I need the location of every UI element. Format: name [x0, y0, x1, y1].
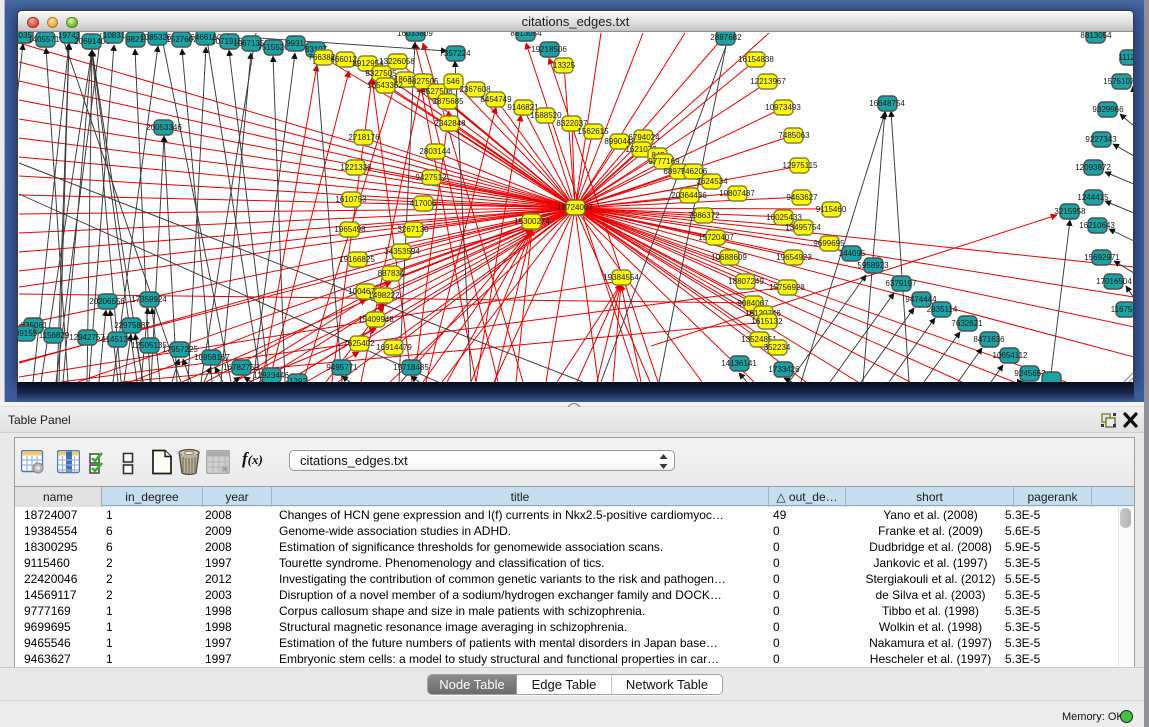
svg-text:15718485: 15718485	[393, 363, 429, 372]
svg-text:13226058: 13226058	[379, 57, 415, 66]
svg-text:1244415: 1244415	[1077, 193, 1109, 202]
svg-text:15756928: 15756928	[769, 283, 805, 292]
svg-text:1221336: 1221336	[340, 163, 372, 172]
svg-text:1292: 1292	[289, 377, 307, 382]
svg-text:3624534: 3624534	[696, 177, 728, 186]
svg-text:546: 546	[446, 77, 460, 86]
svg-text:2803144: 2803144	[419, 147, 451, 156]
svg-text:3215958: 3215958	[1054, 207, 1086, 216]
svg-text:3267130: 3267130	[397, 225, 429, 234]
svg-text:9115460: 9115460	[816, 205, 847, 214]
svg-text:12942757: 12942757	[69, 333, 105, 342]
svg-text:9699695: 9699695	[813, 239, 845, 248]
svg-text:15692971: 15692971	[1084, 253, 1120, 262]
svg-text:10831: 10831	[103, 32, 126, 40]
svg-text:144095: 144095	[839, 249, 866, 258]
svg-text:16543362: 16543362	[367, 81, 403, 90]
svg-text:15300274: 15300274	[514, 217, 550, 226]
svg-text:3875685: 3875685	[432, 97, 464, 106]
svg-text:1733426: 1733426	[768, 365, 800, 374]
svg-text:10688609: 10688609	[711, 253, 747, 262]
svg-text:13325: 13325	[553, 61, 576, 70]
svg-text:16914479: 16914479	[376, 343, 412, 352]
svg-text:6794024: 6794024	[628, 133, 660, 142]
svg-text:20053346: 20053346	[146, 123, 182, 132]
svg-text:417006: 417006	[410, 199, 437, 208]
svg-text:19218506: 19218506	[531, 45, 567, 54]
svg-text:19384554: 19384554	[603, 273, 639, 282]
svg-text:9227343: 9227343	[1085, 135, 1117, 144]
svg-text:10807487: 10807487	[719, 189, 755, 198]
svg-text:9463627: 9463627	[786, 193, 818, 202]
svg-text:1562615: 1562615	[577, 127, 609, 136]
svg-text:5958923: 5958923	[857, 261, 889, 270]
svg-text:8813054: 8813054	[1080, 32, 1112, 40]
svg-text:12923446: 12923446	[253, 371, 289, 380]
svg-text:12213967: 12213967	[750, 77, 786, 86]
svg-text:17957225: 17957225	[162, 345, 198, 354]
svg-text:14353594: 14353594	[384, 247, 420, 256]
svg-text:9474444: 9474444	[905, 295, 937, 304]
svg-text:1498222: 1498222	[368, 291, 400, 300]
svg-text:20206556: 20206556	[89, 297, 125, 306]
svg-text:16033809: 16033809	[397, 32, 433, 38]
svg-text:7625402: 7625402	[343, 339, 375, 348]
svg-text:8471636: 8471636	[973, 335, 1005, 344]
svg-text:18724007: 18724007	[557, 203, 593, 212]
svg-text:2718176: 2718176	[348, 133, 380, 142]
svg-text:7515526: 7515526	[257, 43, 289, 52]
svg-text:10654112: 10654112	[993, 351, 1029, 360]
svg-text:10973493: 10973493	[765, 103, 801, 112]
svg-text:17359924: 17359924	[131, 295, 167, 304]
svg-text:6379197: 6379197	[885, 279, 917, 288]
svg-text:20364436: 20364436	[671, 191, 707, 200]
svg-text:19654923: 19654923	[776, 253, 812, 262]
svg-text:7632621: 7632621	[951, 319, 983, 328]
svg-text:2887682: 2887682	[710, 33, 742, 42]
svg-text:7986372: 7986372	[688, 211, 720, 220]
svg-text:16210643: 16210643	[1079, 221, 1115, 230]
svg-text:352234: 352234	[764, 343, 791, 352]
svg-text:14136141: 14136141	[721, 359, 757, 368]
svg-text:12975115: 12975115	[783, 161, 819, 170]
svg-text:1965498: 1965498	[334, 225, 366, 234]
svg-text:7485063: 7485063	[778, 131, 810, 140]
svg-text:9495771: 9495771	[326, 363, 358, 372]
svg-text:2367608: 2367608	[459, 85, 491, 94]
svg-text:9931: 9931	[286, 39, 304, 48]
svg-text:8813054: 8813054	[510, 32, 542, 38]
svg-text:18807249: 18807249	[728, 277, 764, 286]
svg-text:7357224: 7357224	[439, 49, 471, 58]
svg-text:1167533: 1167533	[1111, 305, 1133, 314]
svg-text:887834: 887834	[378, 269, 405, 278]
svg-text:15751074: 15751074	[1103, 77, 1133, 86]
svg-text:1615132: 1615132	[751, 317, 783, 326]
svg-text:39155: 39155	[18, 329, 38, 338]
svg-text:17016504: 17016504	[1096, 277, 1132, 286]
svg-text:15409948: 15409948	[358, 315, 394, 324]
svg-text:9329966: 9329966	[1092, 105, 1124, 114]
svg-text:9427512: 9427512	[415, 173, 447, 182]
svg-text:10958167: 10958167	[194, 353, 230, 362]
svg-text:11123: 11123	[1118, 53, 1133, 62]
svg-text:13495754: 13495754	[785, 223, 821, 232]
svg-text:16154838: 16154838	[738, 55, 774, 64]
svg-text:2342848: 2342848	[434, 119, 466, 128]
svg-text:16648754: 16648754	[869, 99, 905, 108]
svg-text:1610753: 1610753	[335, 195, 367, 204]
svg-text:12093872: 12093872	[1075, 163, 1111, 172]
svg-text:2935114: 2935114	[927, 305, 958, 314]
svg-text:1156829: 1156829	[39, 331, 70, 340]
svg-text:15720407: 15720407	[698, 233, 734, 242]
svg-text:23975887: 23975887	[114, 321, 150, 330]
svg-text:1145134: 1145134	[102, 335, 133, 344]
svg-text:19166825: 19166825	[339, 255, 375, 264]
